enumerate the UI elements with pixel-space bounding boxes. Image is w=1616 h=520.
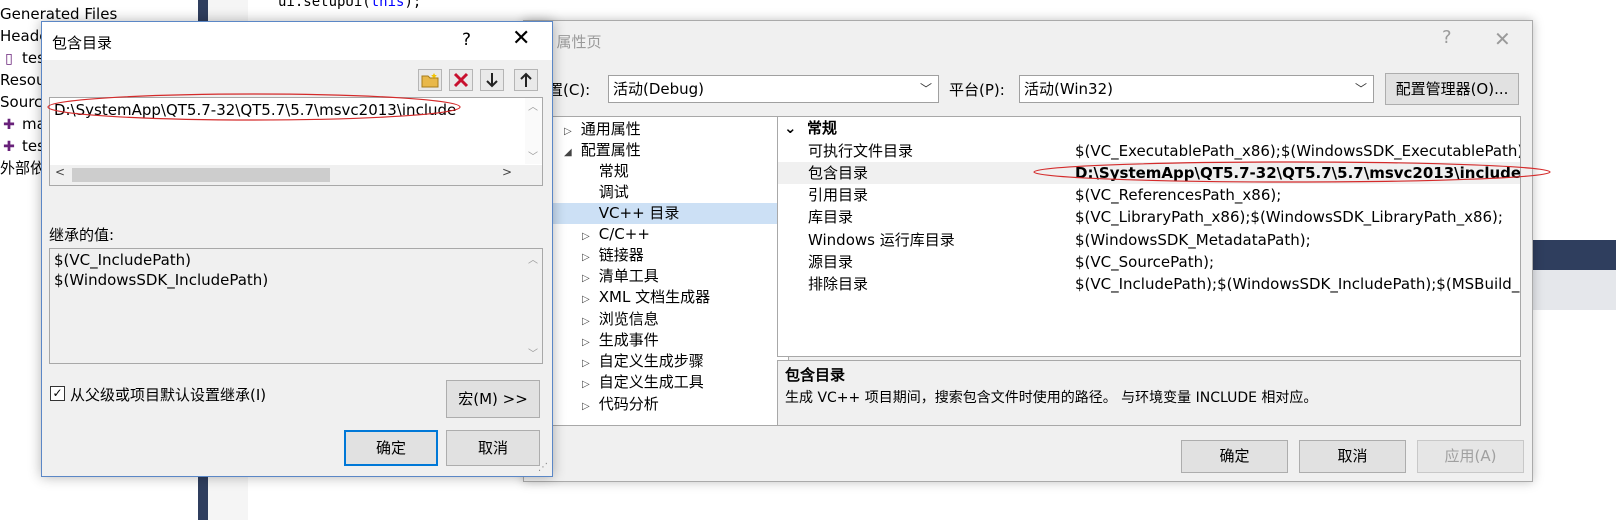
horizontal-scrollbar[interactable]: < > [50, 165, 542, 185]
configuration-manager-button[interactable]: 配置管理器(O)... [1385, 73, 1519, 105]
tree-node-custom-build-step[interactable]: ▷ 自定义生成步骤 [582, 351, 704, 372]
expand-icon[interactable]: ▷ [582, 289, 594, 310]
title-bar[interactable]: 包含目录 ? ✕ [42, 22, 552, 60]
tree-item-resources[interactable]: Resou [0, 69, 45, 91]
move-up-button[interactable] [514, 69, 538, 91]
arrow-down-icon [486, 73, 498, 88]
inherited-value: $(VC_IncludePath) [54, 251, 192, 269]
description-body: 生成 VC++ 项目期间，搜索包含文件时使用的路径。 与环境变量 INCLUDE… [785, 390, 1318, 406]
tree-node-manifest-tool[interactable]: ▷ 清单工具 [582, 266, 659, 287]
close-icon[interactable]: ✕ [512, 26, 530, 51]
directory-entry[interactable]: D:\SystemApp\QT5.7-32\QT5.7\5.7\msvc2013… [54, 101, 456, 119]
property-tree[interactable]: ▷ 通用属性 ◢ 配置属性 常规 调试 VC++ 目录 ▷ C/C++ ▷ 链接… [549, 116, 789, 426]
chevron-down-icon: ﹀ [919, 82, 932, 96]
cancel-button[interactable]: 取消 [1299, 440, 1406, 473]
grid-category-header[interactable]: ⌄ 常规 [778, 117, 837, 139]
help-icon[interactable]: ? [462, 30, 471, 50]
directory-list[interactable]: D:\SystemApp\QT5.7-32\QT5.7\5.7\msvc2013… [49, 97, 543, 186]
expand-icon[interactable]: ▷ [582, 247, 594, 268]
tree-node-c-cpp[interactable]: ▷ C/C++ [582, 224, 650, 245]
close-icon[interactable]: ✕ [1494, 27, 1511, 51]
property-description: 包含目录 生成 VC++ 项目期间，搜索包含文件时使用的路径。 与环境变量 IN… [777, 360, 1521, 426]
grid-row[interactable]: 排除目录 $(VC_IncludePath);$(WindowsSDK_Inclu… [778, 273, 1520, 295]
expand-icon[interactable]: ▷ [582, 311, 594, 332]
tree-node-browse-info[interactable]: ▷ 浏览信息 [582, 309, 659, 330]
ide-panel-edge [1533, 240, 1616, 270]
resize-grip-icon[interactable]: ⋰ [538, 462, 548, 473]
collapse-icon[interactable]: ◢ [564, 142, 576, 163]
checkmark-icon: ✓ [52, 386, 63, 400]
scroll-down-icon[interactable]: ﹀ [528, 148, 538, 163]
new-line-button[interactable] [418, 69, 442, 91]
scroll-right-icon[interactable]: > [502, 165, 512, 179]
code-line: ui.setupUi(this); [278, 0, 422, 10]
arrow-up-icon [520, 72, 532, 87]
tree-node-common-properties[interactable]: ▷ 通用属性 [564, 119, 641, 140]
grid-row[interactable]: Windows 运行库目录 $(WindowsSDK_MetadataPath); [778, 229, 1520, 251]
help-icon[interactable]: ? [1442, 27, 1452, 48]
header-file-icon: ▯ [5, 51, 13, 67]
ok-button[interactable]: 确定 [344, 430, 438, 466]
expand-icon[interactable]: ▷ [564, 121, 576, 142]
macros-button[interactable]: 宏(M) >> [446, 380, 540, 418]
tree-item-test-cpp[interactable]: ✚ tes [2, 135, 45, 157]
inherited-values-list: $(VC_IncludePath) $(WindowsSDK_IncludePa… [49, 248, 543, 364]
tree-node-build-events[interactable]: ▷ 生成事件 [582, 330, 659, 351]
folder-new-icon [421, 73, 439, 88]
cpp-file-icon: ✚ [3, 117, 15, 133]
grid-row[interactable]: 源目录 $(VC_SourcePath); [778, 251, 1520, 273]
description-title: 包含目录 [785, 366, 846, 384]
expand-icon[interactable]: ▷ [582, 396, 594, 417]
dialog-title: 包含目录 [52, 34, 113, 52]
vertical-scrollbar[interactable]: ︿ ﹀ [525, 98, 542, 164]
ok-button[interactable]: 确定 [1181, 440, 1288, 473]
expand-icon[interactable]: ▷ [582, 353, 594, 374]
property-grid[interactable]: ⌄ 常规 可执行文件目录 $(VC_ExecutablePath_x86);$(W… [777, 116, 1521, 357]
configuration-label: 置(C): [548, 81, 591, 99]
grid-row-include-directories[interactable]: 包含目录 D:\SystemApp\QT5.7-32\QT5.7\5.7\msvc… [778, 162, 1520, 184]
scroll-up-icon[interactable]: ︿ [528, 251, 538, 266]
property-pages-dialog: st 属性页 ? ✕ 置(C): 活动(Debug) ﹀ 平台(P): 活动(W… [523, 20, 1533, 482]
collapse-icon[interactable]: ⌄ [784, 119, 797, 137]
grid-row[interactable]: 可执行文件目录 $(VC_ExecutablePath_x86);$(Window… [778, 140, 1520, 162]
scroll-down-icon[interactable]: ﹀ [528, 345, 538, 360]
cpp-file-icon: ✚ [3, 139, 15, 155]
tree-node-xml-doc-generator[interactable]: ▷ XML 文档生成器 [582, 287, 710, 308]
delete-icon [453, 72, 469, 88]
tree-node-linker[interactable]: ▷ 链接器 [582, 245, 644, 266]
platform-label: 平台(P): [949, 81, 1005, 99]
tree-node-vc-directories[interactable]: VC++ 目录 [550, 203, 788, 224]
inherited-value: $(WindowsSDK_IncludePath) [54, 271, 269, 289]
expand-icon[interactable]: ▷ [582, 332, 594, 353]
apply-button[interactable]: 应用(A) [1417, 440, 1524, 473]
tree-node-configuration-properties[interactable]: ◢ 配置属性 [564, 140, 641, 161]
chevron-down-icon: ﹀ [1354, 82, 1367, 96]
expand-icon[interactable]: ▷ [582, 226, 594, 247]
ide-panel-edge-light [1533, 270, 1616, 310]
grid-row[interactable]: 库目录 $(VC_LibraryPath_x86);$(WindowsSDK_Li… [778, 206, 1520, 228]
scrollbar-thumb[interactable] [72, 168, 330, 182]
scroll-left-icon[interactable]: < [55, 165, 65, 179]
inherited-values-label: 继承的值: [49, 226, 115, 244]
configuration-select[interactable]: 活动(Debug) ﹀ [608, 75, 939, 103]
inherit-checkbox[interactable]: ✓ [50, 386, 65, 401]
grid-row[interactable]: 引用目录 $(VC_ReferencesPath_x86); [778, 184, 1520, 206]
move-down-button[interactable] [480, 69, 504, 91]
tree-node-custom-build-tool[interactable]: ▷ 自定义生成工具 [582, 372, 704, 393]
inherit-checkbox-label[interactable]: 从父级或项目默认设置继承(I) [70, 384, 266, 405]
delete-line-button[interactable] [449, 69, 473, 91]
tree-node-code-analysis[interactable]: ▷ 代码分析 [582, 394, 659, 415]
tree-item-external-deps[interactable]: 外部依 [0, 157, 45, 179]
tree-node-general[interactable]: 常规 [582, 161, 629, 182]
scroll-up-icon[interactable]: ︿ [528, 98, 538, 113]
tree-node-debugging[interactable]: 调试 [582, 182, 629, 203]
expand-icon[interactable]: ▷ [582, 268, 594, 289]
platform-select[interactable]: 活动(Win32) ﹀ [1019, 75, 1374, 103]
expand-icon[interactable]: ▷ [582, 374, 594, 395]
include-directories-dialog: 包含目录 ? ✕ D:\SystemApp\QT5.7-32\QT5.7\5.7… [41, 21, 553, 477]
tree-item-header-file[interactable]: ▯ tes [2, 47, 45, 69]
cancel-button[interactable]: 取消 [446, 430, 540, 466]
tree-item-main-cpp[interactable]: ✚ ma [2, 113, 46, 135]
vertical-scrollbar[interactable]: ︿ ﹀ [525, 249, 542, 363]
